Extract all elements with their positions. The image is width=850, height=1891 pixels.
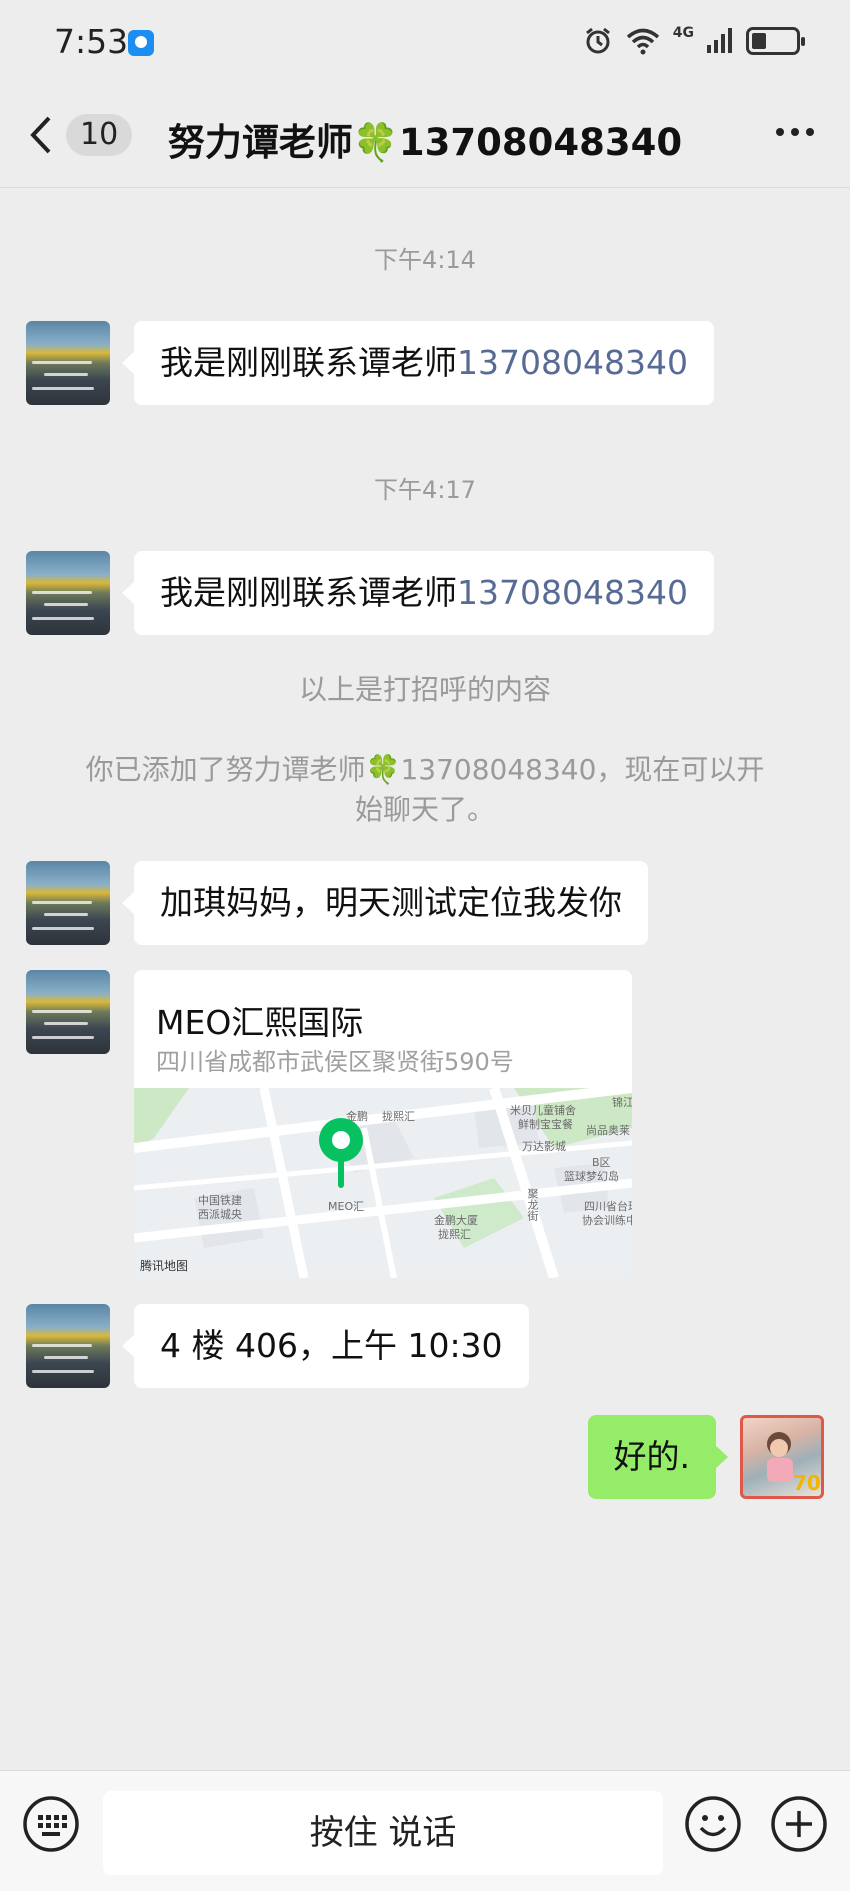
message-text: 我是刚刚联系谭老师	[160, 573, 457, 612]
network-label: 4G	[672, 25, 694, 41]
system-message-line: 始聊天了。	[354, 793, 495, 826]
app-notification-icon	[128, 30, 154, 56]
svg-text:70: 70	[793, 1471, 821, 1495]
system-message-line: 你已添加了努力谭老师🍀13708048340，现在可以开	[85, 753, 765, 786]
map-poi-label: MEO汇	[328, 1200, 365, 1213]
message-bubble[interactable]: 4 楼 406，上午 10:30	[122, 1304, 529, 1388]
signal-icon	[707, 28, 732, 53]
phone-link[interactable]: 13708048340	[457, 573, 688, 612]
map-poi-label: 万达影城	[522, 1140, 566, 1153]
wifi-icon	[626, 28, 659, 55]
location-pin-icon	[319, 1118, 363, 1188]
chat-header: 10 努力谭老师🍀13708048340	[0, 90, 850, 188]
map-poi-label: 鲜制宝宝餐	[518, 1118, 573, 1131]
message-bubble[interactable]: 我是刚刚联系谭老师13708048340	[122, 321, 714, 405]
contact-avatar[interactable]	[26, 551, 110, 635]
message-text: 我是刚刚联系谭老师	[160, 343, 457, 382]
location-name: MEO汇熙国际	[156, 1003, 364, 1042]
battery-icon	[746, 27, 805, 55]
timestamp: 下午4:14	[374, 246, 476, 274]
map-provider-credit: 腾讯地图	[140, 1259, 189, 1273]
location-card[interactable]: MEO汇熙国际 四川省成都市武侯区聚贤街590号 金鹏 拢熙汇 米贝儿童铺舍 鲜…	[134, 970, 632, 1278]
message-bubble[interactable]: 我是刚刚联系谭老师13708048340	[122, 551, 714, 635]
timestamp: 下午4:17	[374, 476, 476, 504]
system-message-greeting: 以上是打招呼的内容	[298, 673, 551, 706]
map-poi-label: 尚品奥莱	[586, 1124, 630, 1137]
my-message-bubble[interactable]: 好的.	[587, 1415, 728, 1499]
contact-avatar[interactable]	[26, 970, 110, 1054]
status-bar: 7:53 4G	[0, 0, 850, 90]
map-poi-label: 锦江	[612, 1096, 632, 1109]
location-address: 四川省成都市武侯区聚贤街590号	[156, 1048, 514, 1076]
contact-avatar[interactable]	[26, 321, 110, 405]
more-icon[interactable]	[774, 126, 816, 138]
map-poi-label: 西派城央	[198, 1208, 242, 1221]
map-poi-label: 拢熙汇	[438, 1228, 471, 1241]
system-message-added: 你已添加了努力谭老师🍀13708048340，现在可以开 始聊天了。	[60, 750, 790, 830]
input-bar: 按住 说话	[0, 1770, 850, 1891]
map-poi-label: 篮球梦幻岛	[564, 1170, 619, 1183]
message-bubble[interactable]: 加琪妈妈，明天测试定位我发你	[122, 861, 648, 945]
map-poi-label: 拢熙汇	[382, 1110, 415, 1123]
keyboard-icon[interactable]	[22, 1795, 80, 1853]
alarm-icon	[585, 27, 610, 54]
my-avatar[interactable]: 70	[740, 1415, 824, 1499]
emoji-icon[interactable]	[684, 1795, 742, 1853]
status-icons: 4G	[583, 25, 805, 56]
hold-to-talk-button[interactable]: 按住 说话	[103, 1791, 663, 1875]
plus-icon[interactable]	[770, 1795, 828, 1853]
map-preview[interactable]: 金鹏 拢熙汇 米贝儿童铺舍 鲜制宝宝餐 锦江 尚品奥莱 万达影城 B区 篮球梦幻…	[134, 1088, 632, 1278]
contact-avatar[interactable]	[26, 1304, 110, 1388]
contact-avatar[interactable]	[26, 861, 110, 945]
chat-title: 努力谭老师🍀13708048340	[167, 121, 683, 164]
map-street-label: 聚龙街	[526, 1188, 539, 1221]
child-photo-icon: 70	[767, 1432, 821, 1495]
status-time: 7:53	[54, 22, 129, 61]
phone-link[interactable]: 13708048340	[457, 343, 688, 382]
map-poi-label: 协会训练中	[582, 1214, 632, 1227]
